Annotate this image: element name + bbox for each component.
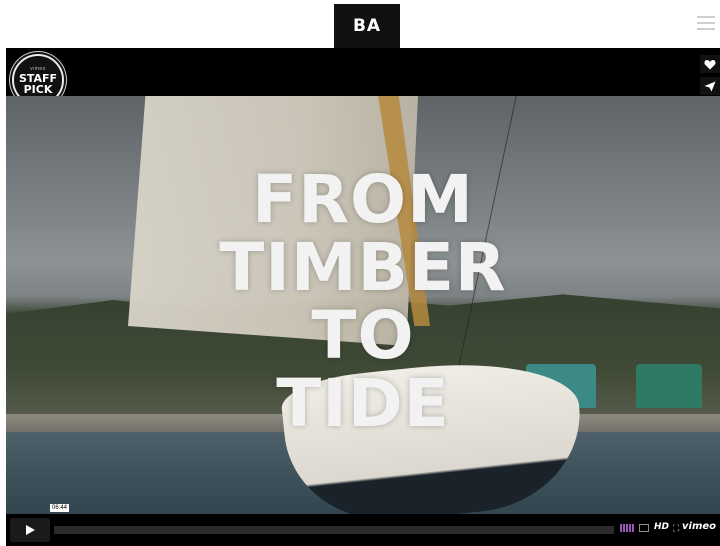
menu-line: [697, 22, 715, 24]
volume-bar: [626, 524, 628, 532]
video-title: FROM TIMBER TO TIDE: [6, 166, 720, 438]
menu-line: [697, 28, 715, 30]
staff-pick-line2: PICK: [23, 82, 53, 96]
site-logo-text: BA: [352, 16, 382, 36]
video-frame[interactable]: FROM TIMBER TO TIDE: [6, 96, 720, 514]
like-button[interactable]: [700, 55, 720, 73]
hd-toggle[interactable]: HD: [654, 522, 669, 532]
heart-icon: [704, 59, 716, 69]
volume-bar: [629, 524, 631, 532]
title-line: TO: [311, 297, 415, 374]
player-controls: 06:44 HD ⛶ vimeo: [6, 504, 720, 546]
video-player[interactable]: vimeo STAFF PICK FROM TIMBER TO TIDE 06:…: [6, 48, 720, 546]
volume-bar: [620, 524, 622, 532]
time-display: 06:44: [50, 504, 70, 512]
play-button[interactable]: [10, 518, 50, 542]
menu-line: [697, 16, 715, 18]
staff-pick-brand: vimeo: [30, 65, 46, 72]
site-header: BA: [0, 0, 720, 48]
volume-bar: [632, 524, 634, 532]
play-icon: [26, 525, 35, 535]
title-line: FROM: [252, 161, 474, 238]
paper-plane-icon: [704, 81, 716, 91]
fullscreen-icon[interactable]: ⛶: [673, 523, 679, 534]
captions-button[interactable]: [639, 524, 649, 532]
share-button[interactable]: [700, 77, 720, 95]
title-line: TIDE: [276, 365, 450, 442]
progress-bar[interactable]: [54, 526, 614, 534]
volume-control[interactable]: [620, 524, 634, 532]
hamburger-menu-icon[interactable]: [697, 16, 715, 30]
vimeo-logo[interactable]: vimeo: [682, 521, 716, 532]
site-logo[interactable]: BA: [334, 4, 400, 48]
staff-pick-line1: STAFF: [18, 71, 58, 85]
title-line: TIMBER: [219, 229, 507, 306]
volume-bar: [623, 524, 625, 532]
